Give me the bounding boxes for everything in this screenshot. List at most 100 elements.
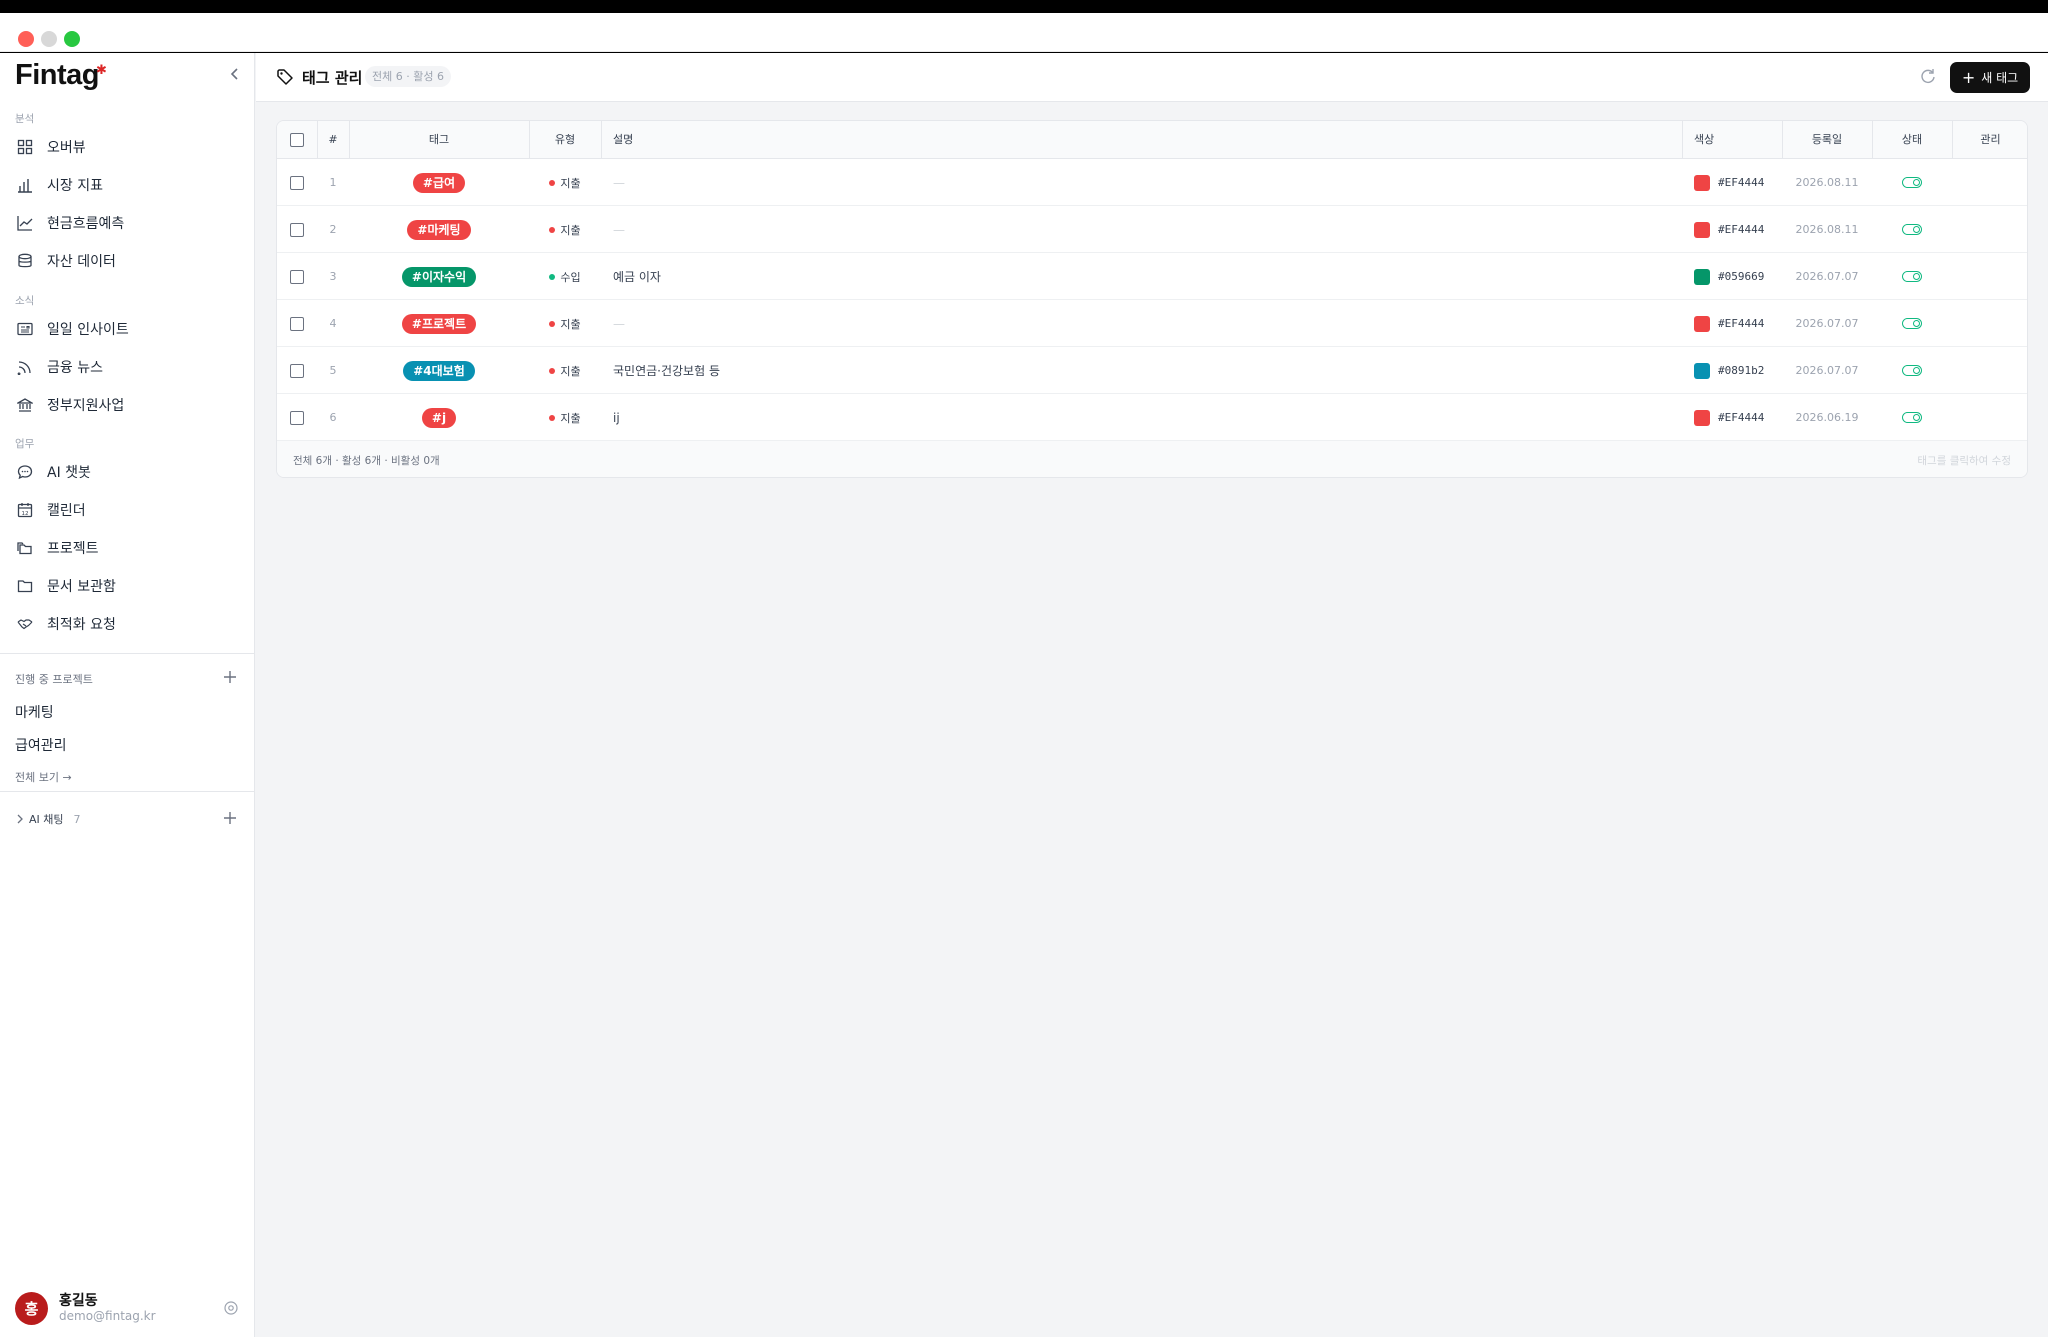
window-maximize-button[interactable] [64, 31, 80, 47]
sidebar-section-label: 소식 [15, 295, 35, 307]
row-checkbox[interactable] [290, 269, 304, 284]
row-checkbox[interactable] [290, 410, 304, 425]
user-profile[interactable]: 홍 홍길동 demo@fintag.kr [0, 1270, 255, 1337]
type-dot-icon [549, 367, 556, 374]
type-cell: 지출 [529, 347, 601, 394]
ai-chat-toggle[interactable]: AI 채팅 7 [15, 811, 81, 827]
tag-pill[interactable]: #j [421, 407, 457, 428]
table-hint: 태그를 클릭하여 수정 [1917, 455, 2011, 467]
sidebar-item[interactable]: 자산 데이터 [8, 244, 246, 278]
chevron-right-icon [17, 814, 23, 824]
table-header: # 태그 유형 설명 색상 등록일 상태 관리 [277, 121, 2027, 159]
sidebar-item[interactable]: 최적화 요청 [8, 607, 246, 641]
project-item-payroll[interactable]: 급여관리 [15, 735, 67, 755]
table-row[interactable]: 6 #j 지출 ij #EF4444 2026.06.19 [277, 394, 2027, 441]
sidebar-item[interactable]: 현금흐름예측 [8, 206, 246, 240]
tag-cell: #j [349, 394, 529, 441]
table-row[interactable]: 2 #마케팅 지출 — #EF4444 2026.08.11 [277, 206, 2027, 253]
window-minimize-button[interactable] [41, 31, 57, 47]
page-header: 태그 관리 전체 6 · 활성 6 + 새 태그 [256, 53, 2048, 102]
app-root: Fintag ✱ 분석 오버뷰 시장 지표 현금흐름예측 자산 데이터 소식 일일 인사이트… [0, 53, 2048, 1337]
status-toggle[interactable] [1902, 412, 1922, 423]
status-toggle[interactable] [1902, 318, 1922, 329]
user-settings-icon[interactable] [223, 1300, 239, 1316]
tag-cell: #4대보험 [349, 347, 529, 394]
window-close-button[interactable] [18, 31, 34, 47]
status-toggle[interactable] [1902, 365, 1922, 376]
sidebar-divider [0, 791, 255, 792]
type-dot-icon [549, 414, 556, 421]
type-label: 지출 [560, 364, 581, 378]
row-select-cell [277, 300, 317, 347]
new-tag-button[interactable]: + 새 태그 [1950, 62, 2030, 93]
sidebar-item[interactable]: 12 캘린더 [8, 493, 246, 527]
column-header-date[interactable]: 등록일 [1782, 121, 1872, 159]
handshake-icon [17, 619, 33, 630]
date-cell: 2026.08.11 [1795, 176, 1859, 189]
color-hex: #EF4444 [1718, 317, 1765, 330]
column-header-color[interactable]: 색상 [1694, 121, 1754, 159]
add-ai-chat-button[interactable] [222, 810, 238, 826]
sidebar-item[interactable]: AI 챗봇 [8, 455, 246, 489]
sidebar-item[interactable]: 일일 인사이트 [8, 312, 246, 346]
table-row[interactable]: 5 #4대보험 지출 국민연금·건강보험 등 #0891b2 2026.07.07 [277, 347, 2027, 394]
collapse-sidebar-button[interactable] [226, 65, 244, 83]
tag-pill[interactable]: #4대보험 [403, 360, 475, 381]
column-header-description[interactable]: 설명 [613, 121, 673, 159]
color-swatch [1694, 362, 1710, 379]
select-all-checkbox[interactable] [290, 133, 304, 147]
tag-cell: #이자수익 [349, 253, 529, 300]
sidebar-item[interactable]: 정부지원사업 [8, 388, 246, 422]
type-label: 수입 [560, 270, 581, 284]
tag-pill[interactable]: #마케팅 [407, 219, 471, 240]
row-select-cell [277, 253, 317, 300]
description-cell: — [613, 175, 625, 190]
svg-text:12: 12 [22, 511, 29, 517]
sidebar-item[interactable]: 금융 뉴스 [8, 350, 246, 384]
window-title-bar [0, 13, 2048, 52]
tag-pill[interactable]: #급여 [412, 172, 466, 193]
status-cell [1872, 253, 1952, 300]
project-item-marketing[interactable]: 마케팅 [15, 702, 54, 722]
status-toggle[interactable] [1902, 177, 1922, 188]
row-checkbox[interactable] [290, 175, 304, 190]
date-cell: 2026.06.19 [1795, 411, 1859, 424]
sidebar-item-label: 정부지원사업 [47, 398, 125, 414]
row-number: 2 [329, 223, 337, 236]
row-checkbox[interactable] [290, 363, 304, 378]
sidebar-item-label: 최적화 요청 [47, 617, 116, 633]
tag-pill[interactable]: #이자수익 [401, 266, 477, 287]
color-hex: #0891b2 [1718, 364, 1765, 377]
row-checkbox[interactable] [290, 316, 304, 331]
tag-cell: #마케팅 [349, 206, 529, 253]
refresh-button[interactable] [1918, 67, 1938, 87]
type-cell: 지출 [529, 394, 601, 441]
table-row[interactable]: 3 #이자수익 수입 예금 이자 #059669 2026.07.07 [277, 253, 2027, 300]
column-header-tag[interactable]: 태그 [349, 121, 529, 159]
status-toggle[interactable] [1902, 224, 1922, 235]
sidebar-item[interactable]: 프로젝트 [8, 531, 246, 565]
status-toggle[interactable] [1902, 271, 1922, 282]
row-checkbox[interactable] [290, 222, 304, 237]
sidebar-item-label: 캘린더 [47, 503, 86, 519]
add-project-button[interactable] [222, 669, 238, 685]
table-row[interactable]: 1 #급여 지출 — #EF4444 2026.08.11 [277, 159, 2027, 206]
color-hex: #EF4444 [1718, 176, 1765, 189]
color-swatch [1694, 409, 1710, 426]
color-swatch [1694, 221, 1710, 238]
column-header-status[interactable]: 상태 [1872, 121, 1952, 159]
actions-cell [1952, 300, 2027, 347]
table-row[interactable]: 4 #프로젝트 지출 — #EF4444 2026.07.07 [277, 300, 2027, 347]
brand-logo[interactable]: Fintag [15, 59, 100, 92]
sidebar-item[interactable]: 시장 지표 [8, 168, 246, 202]
description-cell: — [613, 222, 625, 237]
color-hex: #EF4444 [1718, 223, 1765, 236]
sidebar-item-label: 오버뷰 [47, 140, 86, 156]
sidebar-item[interactable]: 문서 보관함 [8, 569, 246, 603]
view-all-projects-link[interactable]: 전체 보기 → [15, 769, 72, 785]
column-header-type[interactable]: 유형 [529, 121, 601, 159]
sidebar-item[interactable]: 오버뷰 [8, 130, 246, 164]
database-icon [18, 253, 32, 268]
tags-table: # 태그 유형 설명 색상 등록일 상태 관리 1 #급여 지출 — #EF4444 20… [276, 120, 2028, 478]
tag-pill[interactable]: #프로젝트 [401, 313, 477, 334]
